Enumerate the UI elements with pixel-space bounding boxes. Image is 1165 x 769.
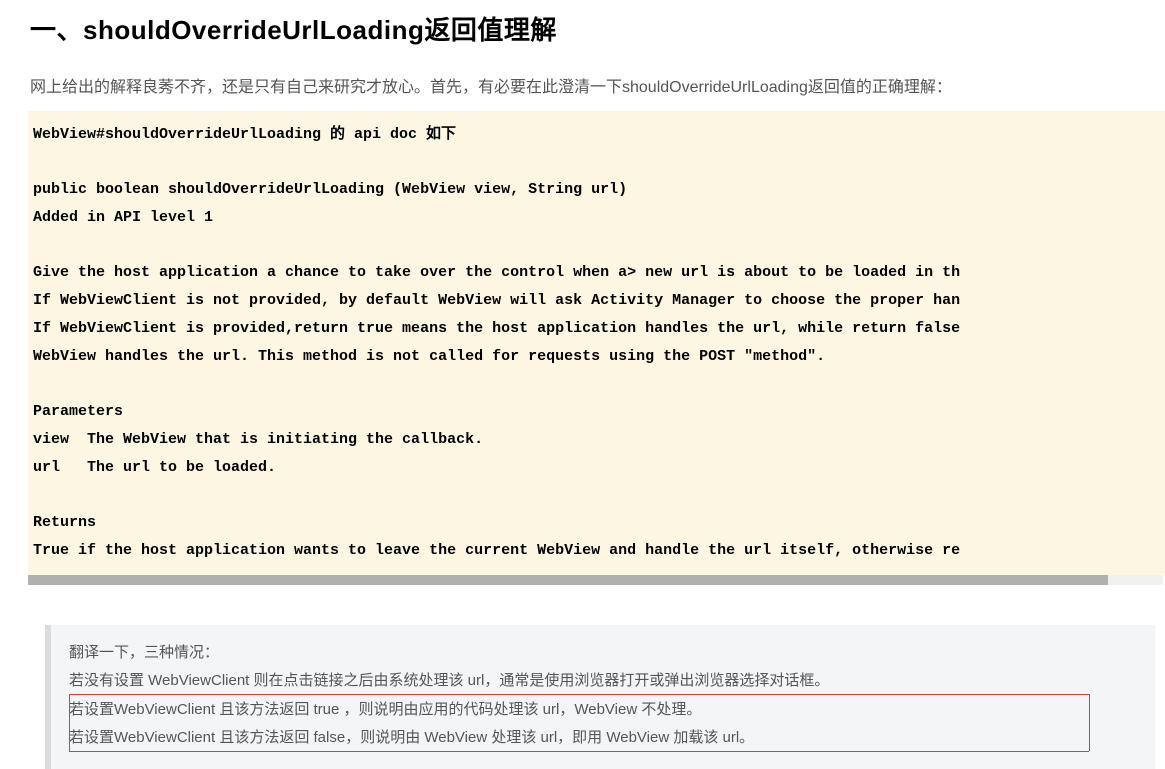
- code-line: url The url to be loaded.: [33, 459, 276, 476]
- quote-text: ，则说明由 WebView 处理该 url，即用 WebView 加载该 url…: [345, 729, 754, 746]
- code-line: Returns: [33, 514, 96, 531]
- code-line: view The WebView that is initiating the …: [33, 431, 483, 448]
- code-line: Added in API level 1: [33, 209, 213, 226]
- quote-text: 则在点击链接之后由系统处理该 url，通常是使用浏览器打开或弹出浏览器选择对话框…: [254, 672, 830, 689]
- code-line: If WebViewClient is provided,return true…: [33, 320, 960, 337]
- code-line: True if the host application wants to le…: [33, 542, 960, 559]
- code-line: WebView#shouldOverrideUrlLoading 的 api d…: [33, 126, 456, 143]
- scrollbar-thumb[interactable]: [28, 575, 1108, 585]
- code-line: If WebViewClient is not provided, by def…: [33, 292, 960, 309]
- code-line: public boolean shouldOverrideUrlLoading …: [33, 181, 627, 198]
- annotation-line: [69, 694, 1089, 695]
- code-line: WebView handles the url. This method is …: [33, 348, 825, 365]
- code-line: Give the host application a chance to ta…: [33, 264, 960, 281]
- annotation-line: [1089, 694, 1090, 751]
- quote-text: 若设置WebViewClient 且该方法返回 false: [69, 729, 345, 746]
- code-line: Parameters: [33, 403, 123, 420]
- quote-block: 翻译一下，三种情况： 若没有设置 WebViewClient 则在点击链接之后由…: [45, 625, 1155, 769]
- quote-text: 若设置WebViewClient 且该方法返回 true: [69, 701, 344, 718]
- horizontal-scrollbar[interactable]: [28, 575, 1163, 585]
- quote-line-1: 翻译一下，三种情况：: [69, 639, 1137, 668]
- quote-line-3: 若设置WebViewClient 且该方法返回 true ，则说明由应用的代码处…: [69, 696, 1137, 725]
- quote-text: ，则说明由应用的代码处理该 url，WebView 不处理。: [344, 701, 702, 718]
- code-block: WebView#shouldOverrideUrlLoading 的 api d…: [28, 111, 1165, 575]
- intro-paragraph: 网上给出的解释良莠不齐，还是只有自己来研究才放心。首先，有必要在此澄清一下sho…: [30, 75, 1165, 101]
- quote-text: 若没有设置 WebViewClient: [69, 672, 254, 689]
- annotation-line: [69, 751, 1089, 752]
- quote-line-4: 若设置WebViewClient 且该方法返回 false，则说明由 WebVi…: [69, 724, 1137, 753]
- section-heading: 一、shouldOverrideUrlLoading返回值理解: [30, 10, 1165, 47]
- annotation-line: [69, 694, 70, 751]
- quote-line-2: 若没有设置 WebViewClient 则在点击链接之后由系统处理该 url，通…: [69, 667, 1137, 696]
